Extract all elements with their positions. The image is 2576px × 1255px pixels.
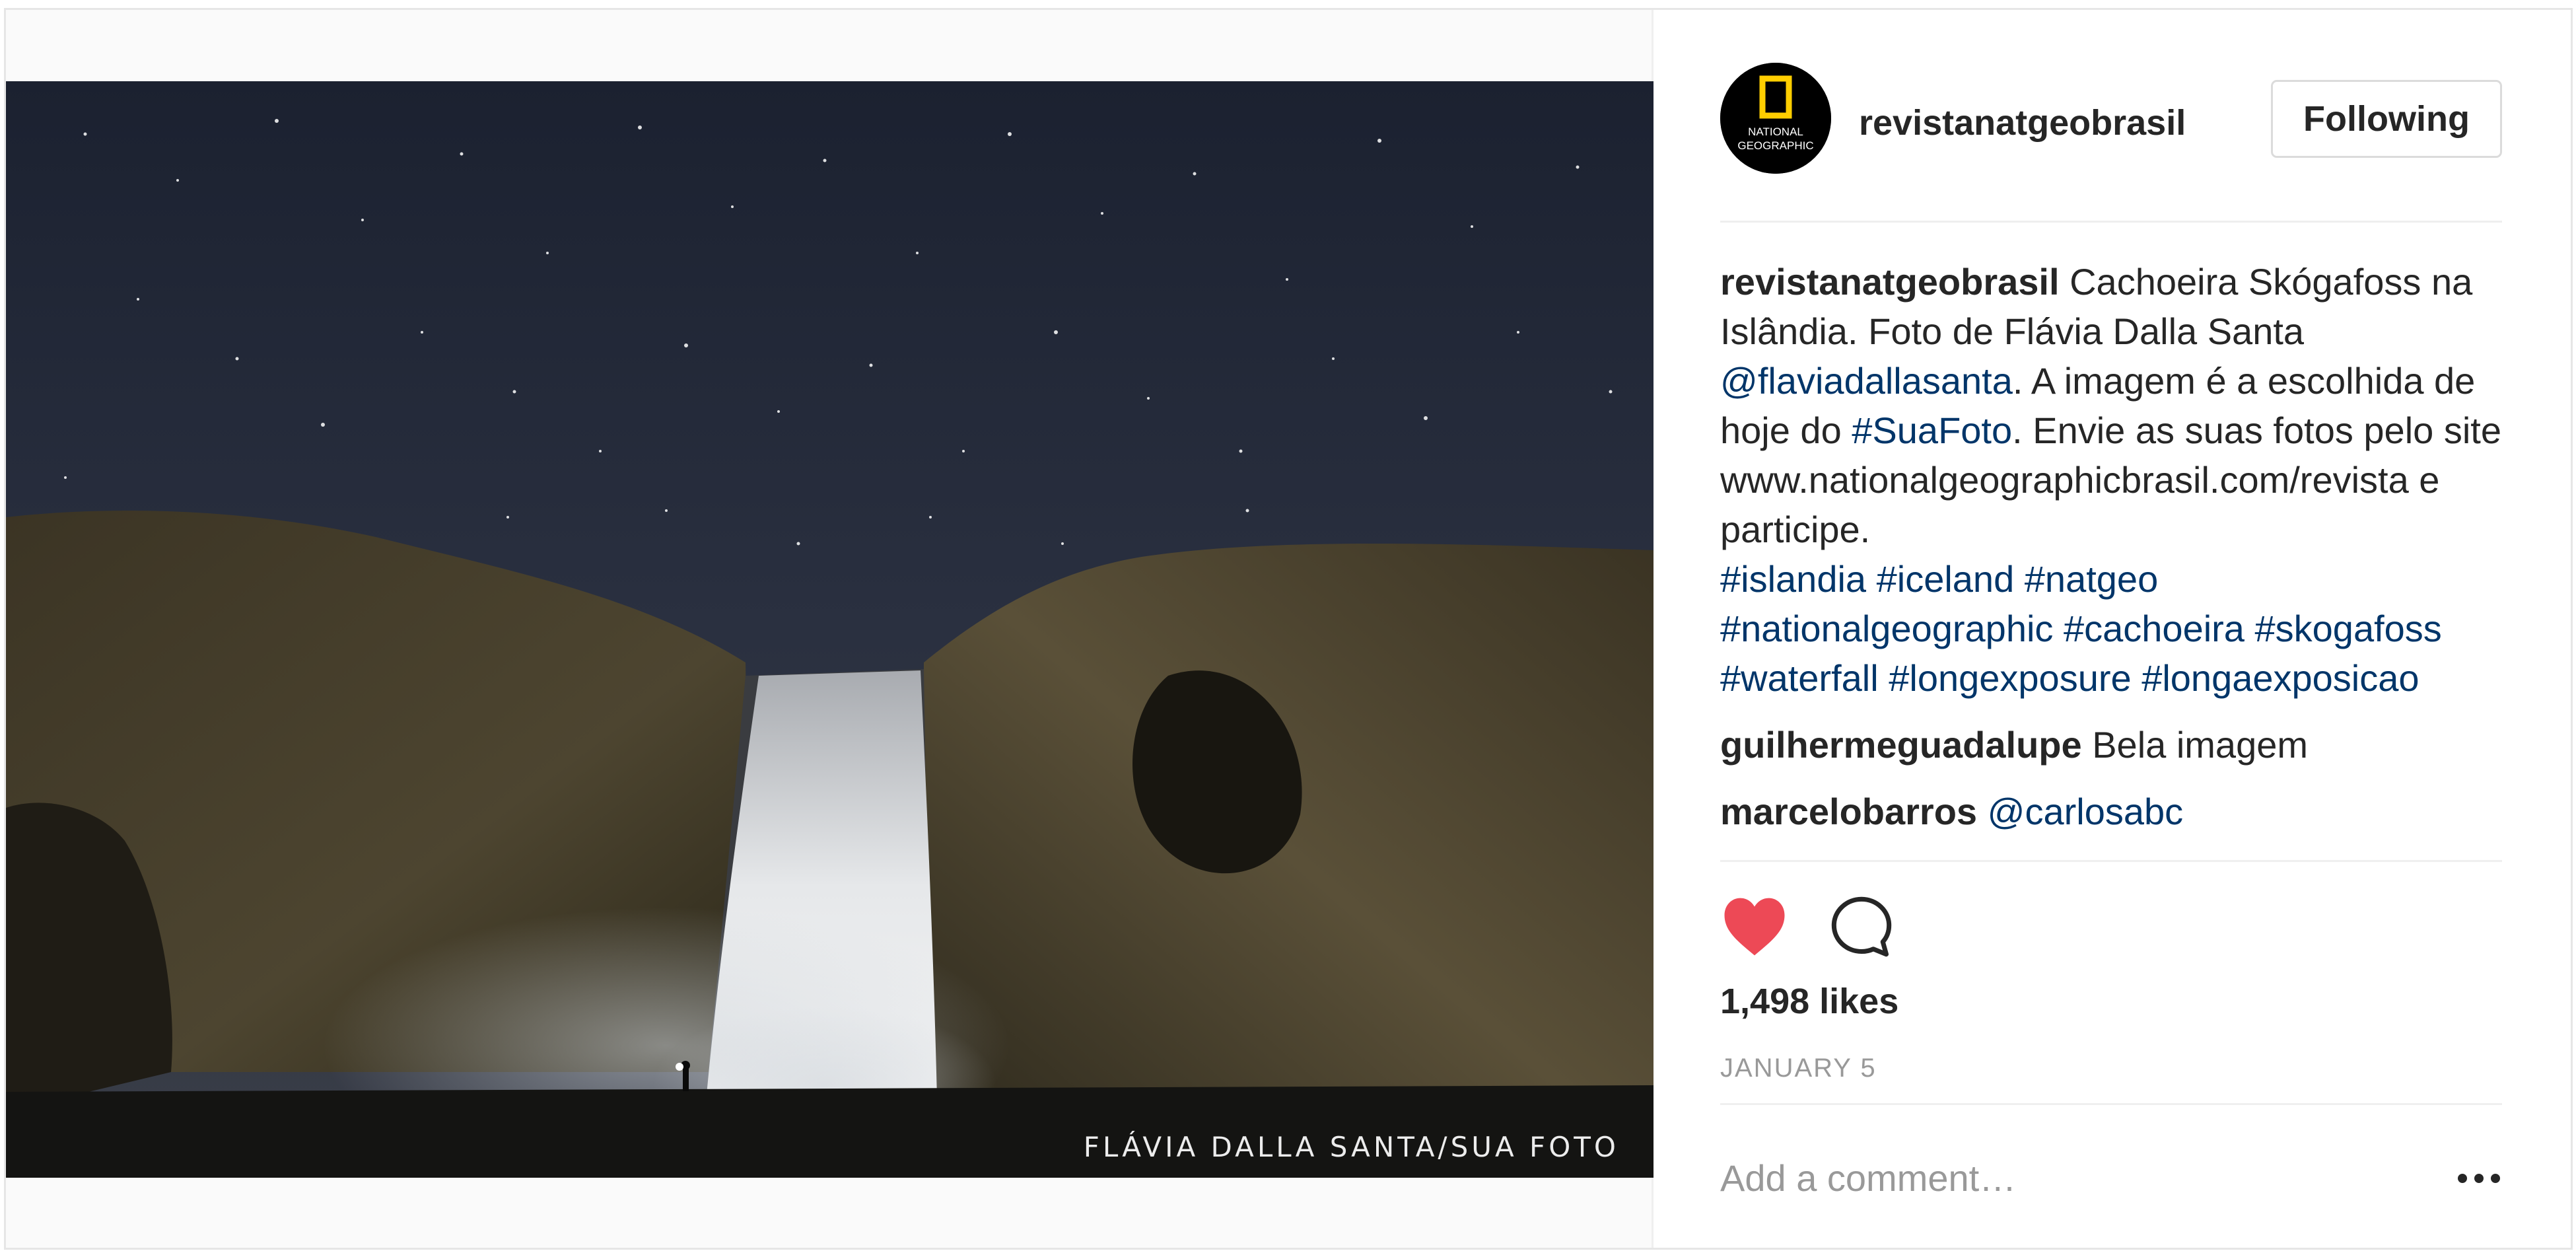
comment: guilhermeguadalupe Bela imagem [1720,720,2502,770]
post-header: NATIONAL GEOGRAPHIC revistanatgeobrasil … [1720,10,2502,223]
instagram-post: FLÁVIA DALLA SANTA/SUA FOTO NATIONAL GEO… [4,8,2573,1250]
hashtag-link[interactable]: #longaexposicao [2141,657,2419,699]
action-bar [1720,887,1984,966]
comment: marcelobarros @carlosabc [1720,787,2502,836]
hashtag-link[interactable]: #cachoeira [2064,608,2245,649]
hashtag-link[interactable]: #longexposure [1889,657,2131,699]
waterfall-photo [6,81,1654,1178]
avatar-line-1: NATIONAL [1748,126,1803,138]
hashtag-suafoto[interactable]: #SuaFoto [1852,410,2012,451]
hashtag-link[interactable]: #skogafoss [2255,608,2442,649]
hashtag-link[interactable]: #waterfall [1720,657,1879,699]
media-pane: FLÁVIA DALLA SANTA/SUA FOTO [6,10,1654,1248]
caption-username[interactable]: revistanatgeobrasil [1720,261,2060,303]
national-geographic-logo-icon: NATIONAL GEOGRAPHIC [1720,63,1831,174]
comment-mention[interactable]: @carlosabc [1988,791,2184,832]
hashtag-link[interactable]: #nationalgeographic [1720,608,2053,649]
speech-bubble-icon[interactable] [1828,894,1895,960]
hashtag-link[interactable]: #iceland [1877,558,2015,600]
add-comment-input[interactable] [1720,1141,2414,1214]
following-button[interactable]: Following [2271,80,2502,158]
post-date[interactable]: JANUARY 5 [1720,1054,1877,1083]
heart-filled-icon[interactable] [1720,892,1789,961]
photo-credit-watermark: FLÁVIA DALLA SANTA/SUA FOTO [1083,1131,1619,1163]
post-photo[interactable]: FLÁVIA DALLA SANTA/SUA FOTO [6,81,1654,1178]
caption: revistanatgeobrasil Cachoeira Skógafoss … [1720,257,2502,703]
avatar-line-2: GEOGRAPHIC [1737,139,1813,152]
side-panel: NATIONAL GEOGRAPHIC revistanatgeobrasil … [1655,10,2571,1248]
comments-list[interactable]: revistanatgeobrasil Cachoeira Skógafoss … [1720,257,2502,862]
avatar[interactable]: NATIONAL GEOGRAPHIC [1720,63,1831,174]
ellipsis-icon[interactable] [2456,1168,2502,1188]
hashtag-link[interactable]: #natgeo [2025,558,2158,600]
mention-link[interactable]: @flaviadallasanta [1720,360,2013,402]
hashtag-link[interactable]: #islandia [1720,558,1866,600]
likes-count[interactable]: 1,498 likes [1720,981,1898,1022]
add-comment-section [1720,1103,2502,1252]
comment-username[interactable]: guilhermeguadalupe [1720,724,2082,766]
header-username[interactable]: revistanatgeobrasil [1859,102,2186,143]
comment-text: Bela imagem [2092,724,2309,766]
comment-username[interactable]: marcelobarros [1720,791,1977,832]
side-panel-inner: NATIONAL GEOGRAPHIC revistanatgeobrasil … [1720,10,2502,1248]
